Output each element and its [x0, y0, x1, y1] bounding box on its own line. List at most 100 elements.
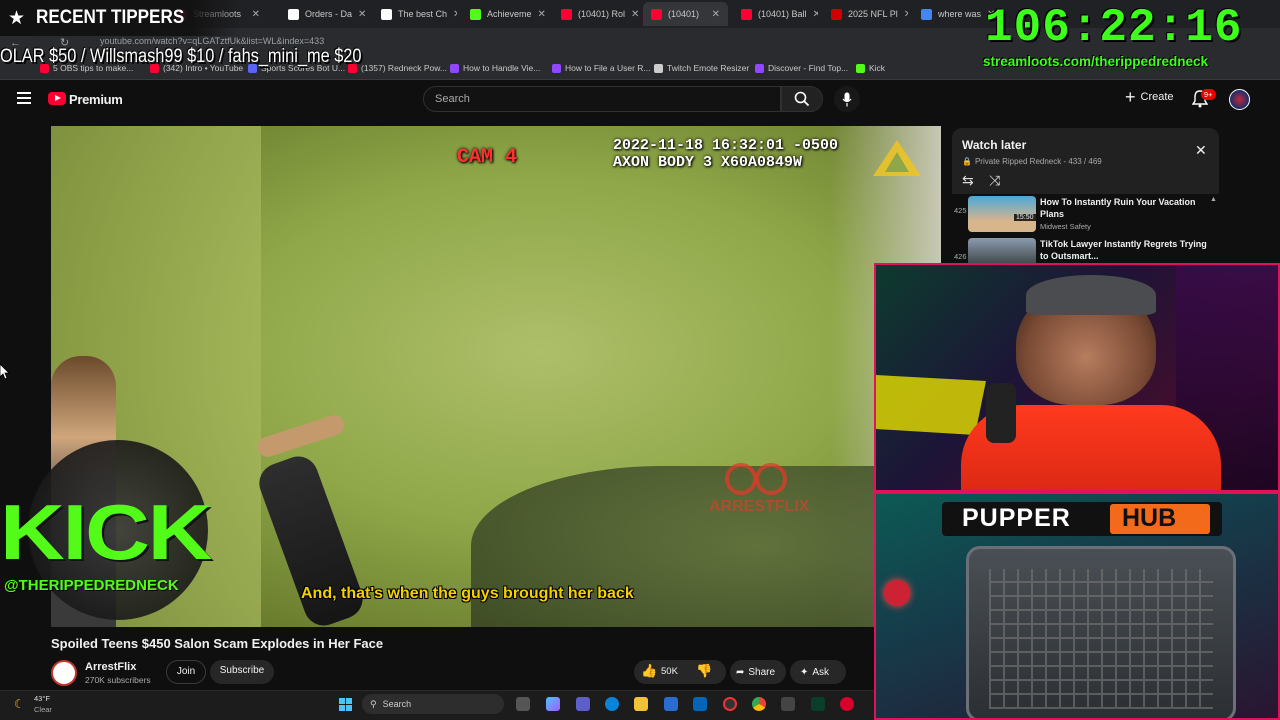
- tab-label: 2025 NFL Pl: [848, 9, 898, 19]
- tab-close-icon[interactable]: ✕: [358, 9, 366, 20]
- tab-close-icon[interactable]: ✕: [538, 9, 546, 20]
- menu-icon[interactable]: [17, 92, 31, 104]
- avatar[interactable]: [1229, 89, 1250, 110]
- weather-icon[interactable]: ☾: [14, 697, 25, 711]
- tab-favicon-icon: [470, 8, 481, 20]
- video-subtitle: And, that's when the guys brought her ba…: [301, 585, 634, 602]
- tab-label: (10401) Ball: [758, 9, 807, 19]
- tab-favicon-icon: [921, 8, 932, 20]
- task-view-icon[interactable]: [516, 697, 530, 711]
- video-title: Spoiled Teens $450 Salon Scam Explodes i…: [51, 636, 384, 651]
- taskbar-search[interactable]: ⚲ Search: [362, 694, 504, 714]
- terminal-icon[interactable]: [811, 697, 825, 711]
- bookmark-item[interactable]: (1357) Redneck Pow...: [348, 60, 447, 76]
- channel-avatar[interactable]: [51, 660, 77, 686]
- tab-close-icon[interactable]: ✕: [904, 9, 908, 20]
- bookmark-label: How to Handle Vie...: [463, 63, 541, 73]
- bookmark-item[interactable]: How to File a User R...: [552, 60, 651, 76]
- ask-button[interactable]: ✦ Ask: [790, 660, 846, 684]
- mouse-cursor-icon: [0, 364, 10, 380]
- playlist-index: 425: [954, 206, 967, 215]
- tab-close-icon[interactable]: ✕: [252, 9, 260, 20]
- tab-close-icon[interactable]: ✕: [712, 9, 720, 20]
- bookmark-favicon-icon: [755, 63, 764, 73]
- chrome-icon[interactable]: [752, 697, 766, 711]
- channel-name[interactable]: ArrestFlix: [85, 661, 136, 673]
- tab-label: Orders - Da: [305, 9, 353, 19]
- search-icon: [794, 91, 810, 107]
- browser-tab[interactable]: The best Ch ✕: [373, 2, 457, 26]
- recent-tippers-label: RECENT TIPPERS: [36, 7, 185, 28]
- windows-start-icon[interactable]: [339, 698, 352, 711]
- bookmark-favicon-icon: [856, 63, 865, 73]
- youtube-logo-icon[interactable]: [48, 92, 66, 105]
- app-icon[interactable]: [781, 697, 795, 711]
- hub-label: HUB: [1122, 504, 1177, 532]
- subscriber-count: 270K subscribers: [85, 675, 151, 685]
- share-button[interactable]: ➦ Share: [730, 660, 786, 684]
- axon-logo-icon: [873, 140, 921, 176]
- tab-favicon-icon: [288, 8, 299, 20]
- bookmark-favicon-icon: [654, 63, 663, 73]
- file-explorer-icon[interactable]: [634, 697, 648, 711]
- bodycam-timestamp: 2022-11-18 16:32:01 -0500: [613, 137, 839, 154]
- video-thumbnail[interactable]: [968, 238, 1036, 264]
- like-icon[interactable]: 👍: [641, 663, 657, 679]
- voice-search-button[interactable]: [834, 86, 860, 112]
- app-red-icon[interactable]: [840, 697, 854, 711]
- pupper-hub-cam: PUPPER HUB: [874, 492, 1280, 720]
- browser-tab[interactable]: Achieveme ✕: [462, 2, 548, 26]
- store-icon[interactable]: [664, 697, 678, 711]
- tab-close-icon[interactable]: ✕: [813, 9, 818, 20]
- streamloots-url: streamloots.com/therippedredneck: [983, 54, 1209, 69]
- plus-icon: +: [1125, 87, 1136, 107]
- bookmark-item[interactable]: Discover - Find Top...: [755, 60, 848, 76]
- create-button[interactable]: + Create: [1125, 87, 1174, 107]
- search-button[interactable]: [781, 86, 823, 112]
- browser-tab[interactable]: (10401) ✕: [643, 2, 728, 26]
- subscribe-button[interactable]: Subscribe: [210, 660, 274, 684]
- loop-icon[interactable]: ⇆: [962, 172, 974, 189]
- tab-label: (10401) Rol: [578, 9, 626, 19]
- browser-tab[interactable]: Orders - Da ✕: [280, 2, 368, 26]
- bookmark-item[interactable]: Kick: [856, 60, 885, 76]
- tab-label: The best Ch: [398, 9, 448, 19]
- tab-close-icon[interactable]: ✕: [631, 9, 638, 20]
- light-icon: [884, 580, 910, 606]
- browser-tab[interactable]: (10401) Rol ✕: [553, 2, 638, 26]
- tab-close-icon[interactable]: ✕: [453, 9, 457, 20]
- bookmark-label: How to File a User R...: [565, 63, 651, 73]
- scroll-up-icon[interactable]: ▲: [1210, 196, 1217, 204]
- close-icon[interactable]: ✕: [1195, 142, 1207, 159]
- edge-icon[interactable]: [605, 697, 619, 711]
- weather-desc: Clear: [34, 705, 52, 714]
- like-count: 50K: [661, 666, 678, 677]
- bookmark-favicon-icon: [450, 63, 459, 73]
- microphone-icon: [842, 92, 852, 106]
- watch-later-meta: 🔒 Private Ripped Redneck - 433 / 469: [962, 157, 1102, 166]
- tab-favicon-icon: [381, 8, 392, 20]
- obs-icon[interactable]: [723, 697, 737, 711]
- search-input[interactable]: Search: [423, 86, 781, 112]
- search-icon: ⚲: [370, 698, 377, 709]
- playlist-item-title[interactable]: How To Instantly Ruin Your Vacation Plan…: [1040, 196, 1210, 220]
- microphone: [986, 383, 1016, 443]
- playlist-item-title[interactable]: TikTok Lawyer Instantly Regrets Trying t…: [1040, 238, 1210, 262]
- join-button[interactable]: Join: [166, 660, 206, 684]
- browser-tab[interactable]: 2025 NFL Pl ✕: [823, 2, 908, 26]
- playlist-item-channel: Midwest Safety: [1040, 222, 1091, 231]
- browser-tab[interactable]: (10401) Ball ✕: [733, 2, 818, 26]
- youtube-logo-label[interactable]: Premium: [69, 92, 123, 107]
- bookmark-item[interactable]: Twitch Emote Resizer: [654, 60, 749, 76]
- teams-icon[interactable]: [576, 697, 590, 711]
- copilot-icon[interactable]: [546, 697, 560, 711]
- tab-favicon-icon: [561, 8, 572, 20]
- shuffle-icon[interactable]: ⤨: [989, 172, 1000, 189]
- bookmark-item[interactable]: How to Handle Vie...: [450, 60, 540, 76]
- url-text[interactable]: youtube.com/watch?v=qLGATztfUk&list=WL&i…: [100, 36, 324, 46]
- dislike-icon[interactable]: 👎: [696, 663, 712, 679]
- stream-timer: 106:22:16: [985, 2, 1243, 54]
- bookmark-label: Discover - Find Top...: [768, 63, 849, 73]
- outlook-icon[interactable]: [693, 697, 707, 711]
- hand: [255, 412, 347, 460]
